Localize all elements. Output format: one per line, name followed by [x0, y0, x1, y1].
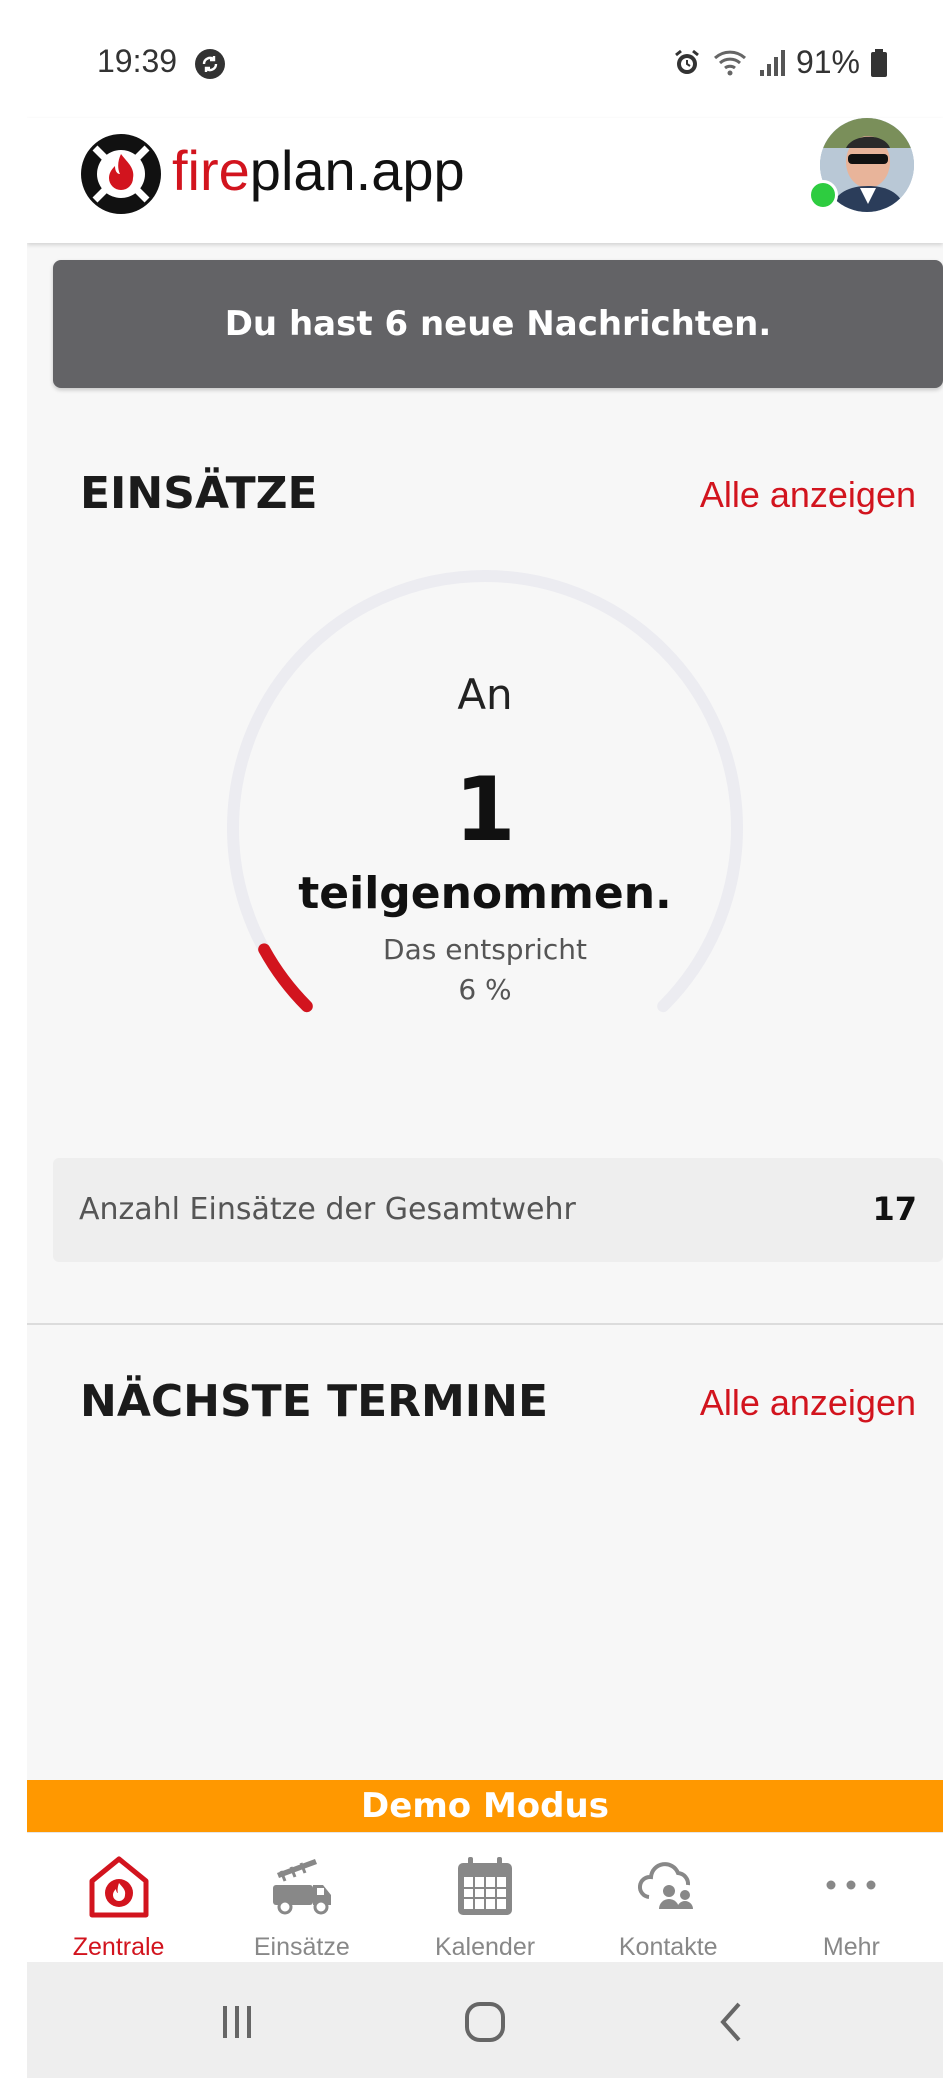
- app-header: fireplan.app: [27, 118, 943, 243]
- gauge-prefix: An: [457, 670, 513, 719]
- more-dots-icon: [826, 1880, 876, 1890]
- total-einsaetze-value: 17: [872, 1190, 917, 1228]
- home-button-icon[interactable]: [455, 1992, 515, 2052]
- bottom-tab-bar: Zentrale Einsätze Kalender Kontakte Mehr: [27, 1832, 943, 1963]
- online-status-dot: [808, 180, 838, 210]
- brand-name: fireplan.app: [172, 139, 465, 202]
- total-einsaetze-row: Anzahl Einsätze der Gesamtwehr 17: [53, 1158, 943, 1262]
- calendar-icon: [458, 1857, 512, 1915]
- tab-mehr[interactable]: Mehr: [760, 1833, 943, 1963]
- app-screen: 19:39 91% fireplan.app Du hast 6 neue Na…: [27, 8, 943, 2078]
- gauge-subtext: Das entspricht: [383, 933, 587, 966]
- recent-apps-icon[interactable]: [207, 1992, 267, 2052]
- status-bar: 19:39 91%: [27, 8, 943, 118]
- system-nav-bar: [27, 1962, 943, 2078]
- termine-title: NÄCHSTE TERMINE: [80, 1376, 549, 1427]
- messages-banner[interactable]: Du hast 6 neue Nachrichten.: [53, 260, 943, 388]
- demo-mode-banner: Demo Modus: [27, 1780, 943, 1832]
- total-einsaetze-label: Anzahl Einsätze der Gesamtwehr: [79, 1192, 576, 1227]
- gauge-count: 1: [454, 758, 516, 861]
- battery-percent: 91%: [795, 44, 860, 80]
- contacts-cloud-icon: [638, 1862, 694, 1909]
- gauge-percent: 6 %: [458, 973, 512, 1006]
- tab-label: Mehr: [822, 1933, 880, 1961]
- fire-truck-icon: [272, 1859, 331, 1915]
- tab-label: Kontakte: [618, 1933, 718, 1961]
- status-time: 19:39: [97, 43, 178, 79]
- termine-show-all-link[interactable]: Alle anzeigen: [700, 1382, 916, 1424]
- tab-label: Kalender: [434, 1933, 536, 1961]
- signal-icon: [759, 49, 785, 76]
- tab-kalender[interactable]: Kalender: [393, 1833, 576, 1963]
- sync-icon: [195, 49, 225, 79]
- tab-kontakte[interactable]: Kontakte: [577, 1833, 760, 1963]
- tab-label: Einsätze: [253, 1933, 350, 1961]
- alarm-icon: [675, 49, 699, 74]
- einsaetze-title: EINSÄTZE: [80, 468, 318, 519]
- status-icons: 91%: [672, 44, 888, 81]
- tab-label: Zentrale: [72, 1933, 165, 1961]
- home-fire-icon: [89, 1856, 149, 1918]
- back-icon[interactable]: [703, 1992, 763, 2052]
- tab-einsaetze[interactable]: Einsätze: [210, 1833, 393, 1963]
- gauge-label: teilgenommen.: [298, 868, 672, 919]
- section-divider: [27, 1323, 943, 1325]
- battery-icon: [871, 48, 887, 77]
- tab-zentrale[interactable]: Zentrale: [27, 1833, 210, 1963]
- fireplan-logo-icon: [81, 134, 161, 214]
- einsaetze-show-all-link[interactable]: Alle anzeigen: [700, 474, 916, 516]
- wifi-icon: [713, 50, 746, 75]
